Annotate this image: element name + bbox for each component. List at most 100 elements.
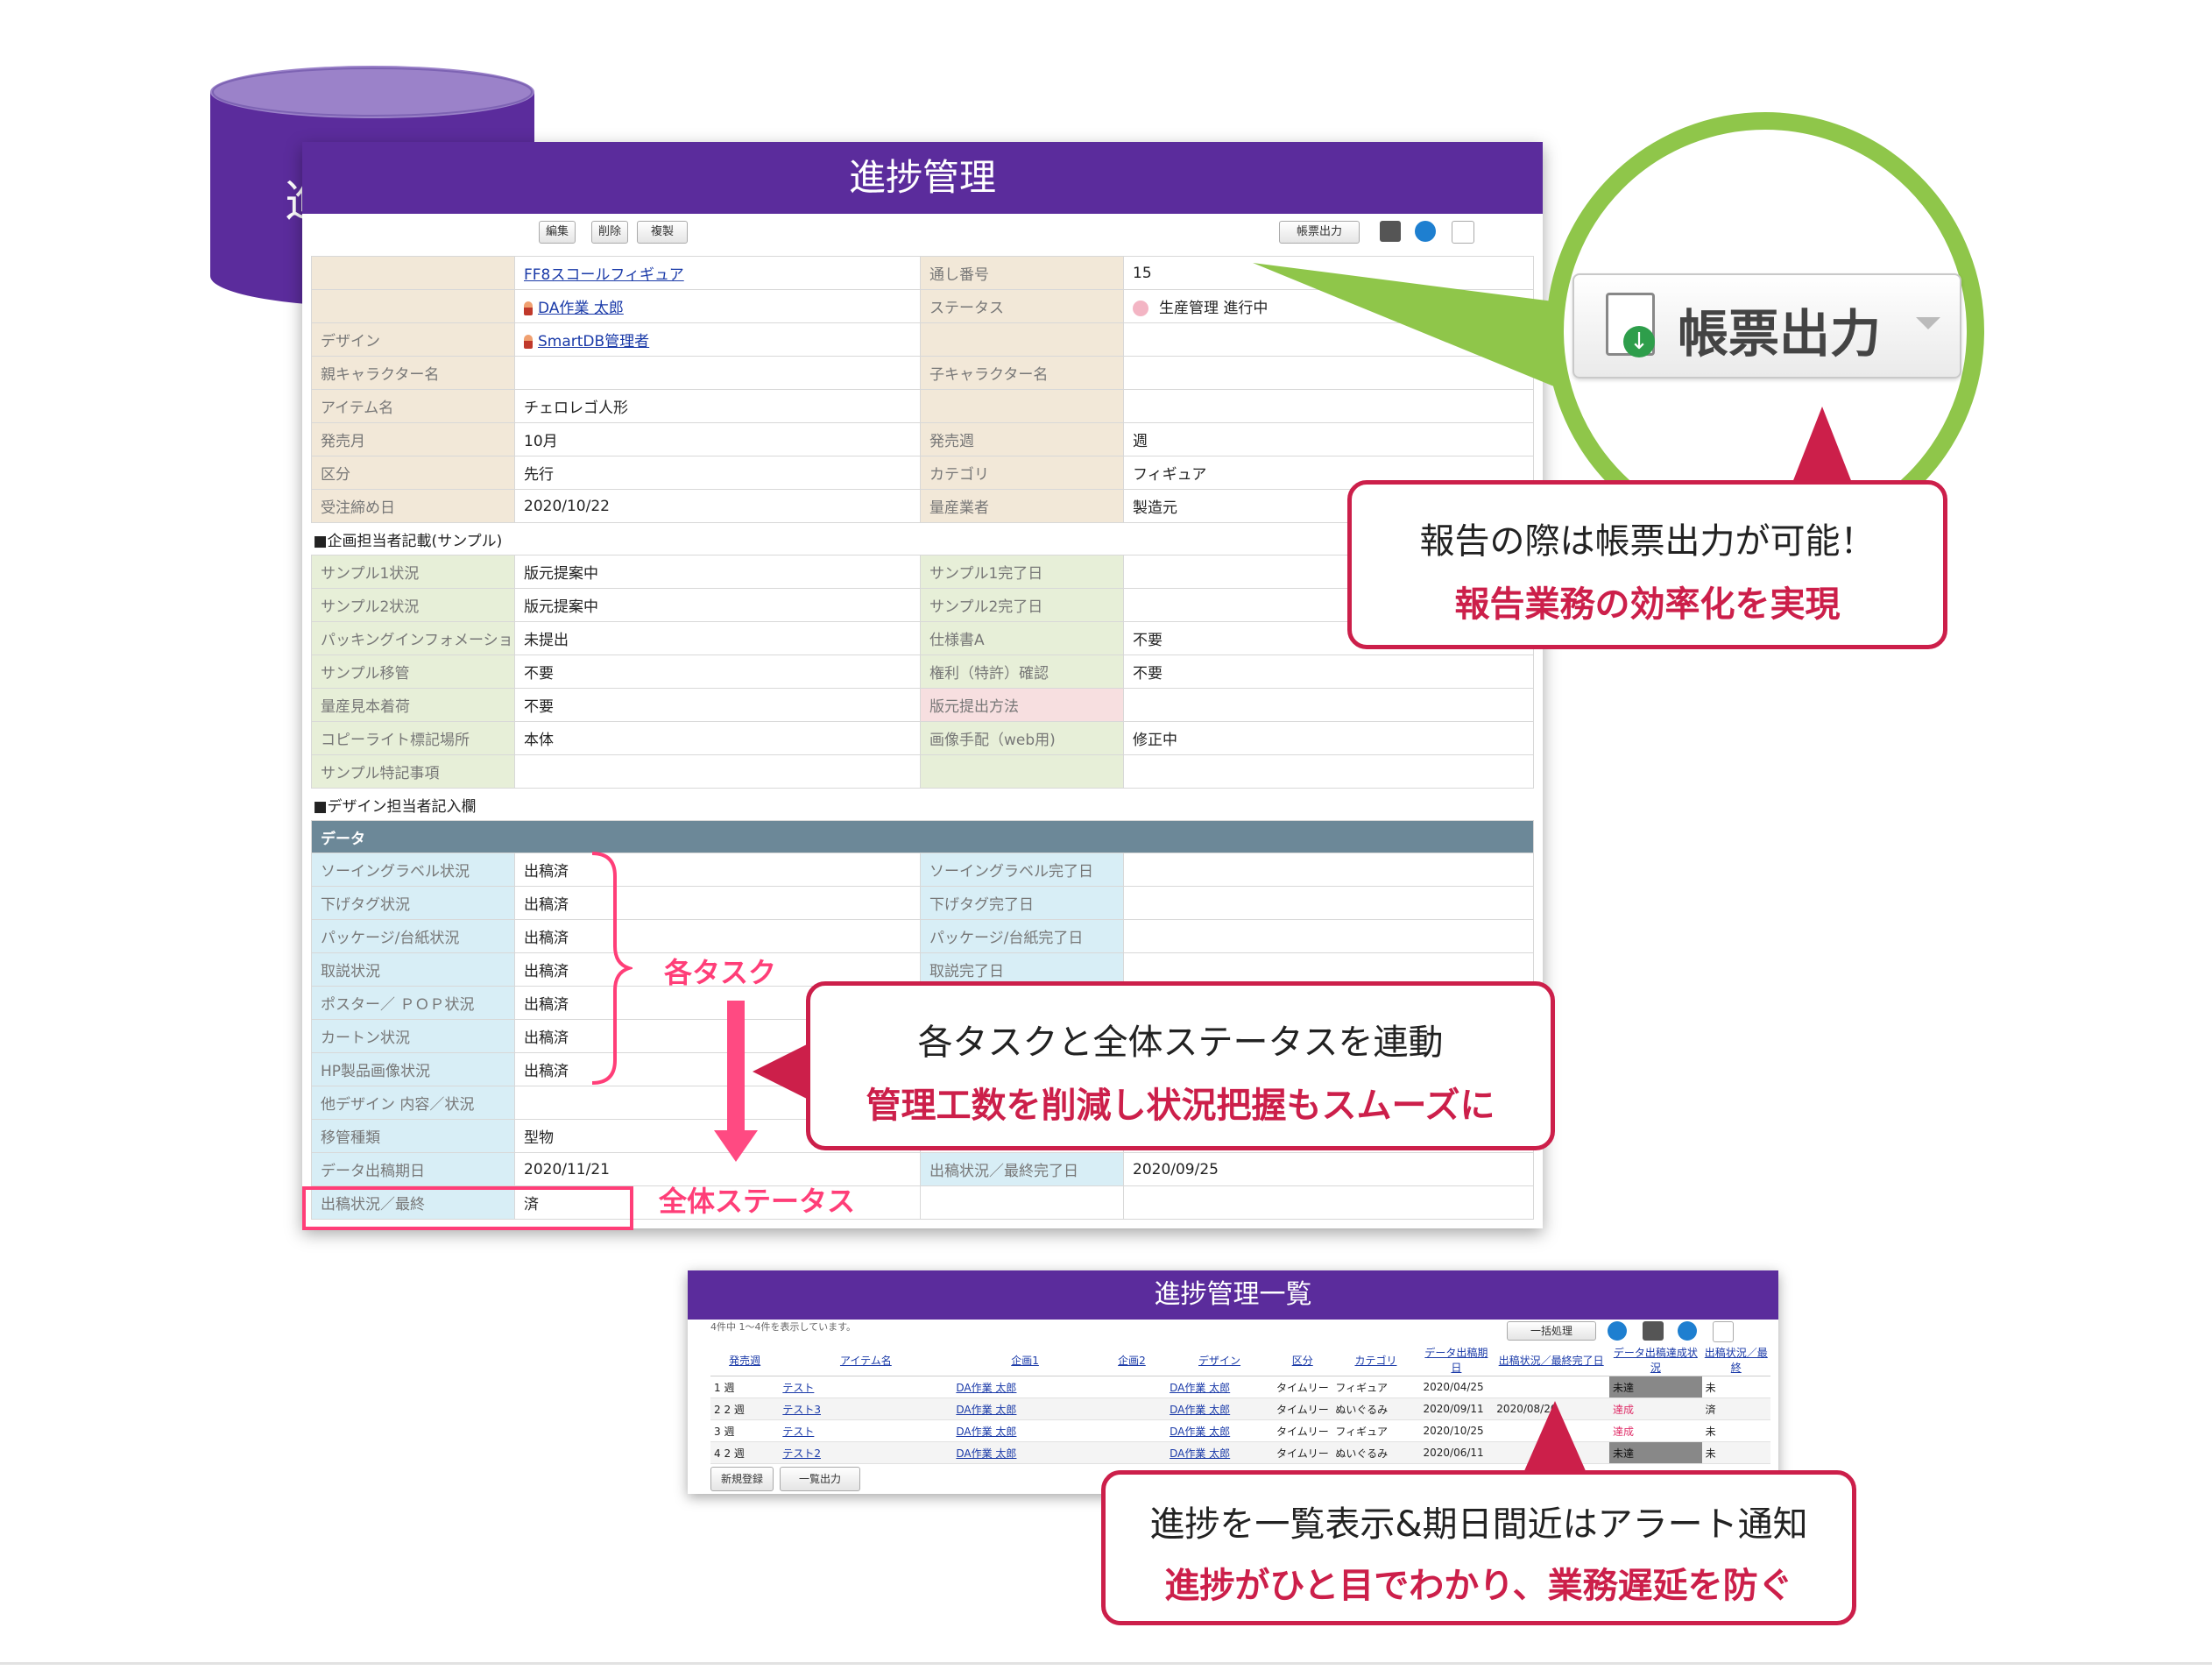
report-output-button-zoomed[interactable]: ↓ 帳票出力: [1572, 273, 1961, 379]
list-export-button[interactable]: 一覧出力: [780, 1467, 860, 1491]
table-cell[interactable]: DA作業 太郎: [952, 1398, 1098, 1420]
field-value: [1123, 688, 1534, 722]
field-value: 2020/10/22: [514, 489, 921, 523]
field-label: カテゴリ: [920, 456, 1124, 490]
table-cell: タイムリー: [1272, 1398, 1332, 1420]
field-value: [1123, 1185, 1534, 1220]
field-label: [920, 1185, 1124, 1220]
new-entry-button[interactable]: 新規登録: [710, 1467, 774, 1491]
field-label: HP製品画像状況: [311, 1052, 515, 1086]
field-value[interactable]: FF8スコールフィギュア: [514, 256, 921, 290]
field-value: 出稿済: [514, 853, 921, 887]
table-cell[interactable]: DA作業 太郎: [952, 1441, 1098, 1464]
chart-icon[interactable]: [1608, 1321, 1627, 1341]
field-value: 不要: [514, 688, 921, 722]
info-icon[interactable]: [1678, 1321, 1697, 1341]
copy-button[interactable]: 複製: [637, 221, 688, 244]
field-label: [920, 754, 1124, 789]
column-header[interactable]: 出稿状況／最終: [1701, 1344, 1770, 1376]
field-value: 10月: [514, 422, 921, 456]
table-cell[interactable]: テスト2: [779, 1441, 953, 1464]
table-cell[interactable]: DA作業 太郎: [952, 1376, 1098, 1398]
field-value: 版元提案中: [514, 555, 921, 589]
down-arrow-icon: [714, 1130, 758, 1162]
field-value: 先行: [514, 456, 921, 490]
form-row: ソーイングラベル状況 出稿済 ソーイングラベル完了日: [311, 853, 1534, 887]
table-cell[interactable]: DA作業 太郎: [952, 1419, 1098, 1442]
table-cell: 2020/04/25: [1419, 1376, 1494, 1398]
download-icon: ↓: [1623, 326, 1655, 357]
table-cell: 2020/10/25: [1419, 1419, 1494, 1442]
report-callout-line2: 報告業務の効率化を実現: [1454, 584, 1841, 625]
table-cell[interactable]: DA作業 太郎: [1166, 1398, 1273, 1420]
field-label: サンプル移管: [311, 655, 515, 689]
column-header[interactable]: データ出稿期日: [1419, 1344, 1494, 1376]
table-cell[interactable]: テスト3: [779, 1398, 953, 1420]
field-label: サンプル特記事項: [311, 754, 515, 789]
field-label: 画像手配（web用): [920, 721, 1124, 755]
field-label: 下げタグ完了日: [920, 886, 1124, 920]
field-label: サンプル2状況: [311, 588, 515, 622]
field-value: [1123, 886, 1534, 920]
field-value: チェロレゴ人形: [514, 389, 921, 423]
field-value: 未提出: [514, 621, 921, 655]
list-callout: 進捗を一覧表示&期日間近はアラート通知 進捗がひと目でわかり、業務遅延を防ぐ: [1101, 1470, 1856, 1625]
field-label: 権利（特許）確認: [920, 655, 1124, 689]
table-cell[interactable]: DA作業 太郎: [1166, 1376, 1273, 1398]
field-label: データ出稿期日: [311, 1152, 515, 1186]
form-row: 量産見本着荷 不要 版元提出方法: [311, 688, 1534, 722]
column-header[interactable]: 出稿状況／最終完了日: [1493, 1344, 1610, 1376]
delete-button[interactable]: 削除: [591, 221, 628, 244]
list-callout-line1: 進捗を一覧表示&期日間近はアラート通知: [1149, 1504, 1808, 1545]
callout-pointer: [1523, 1401, 1587, 1473]
info-icon[interactable]: [1415, 221, 1436, 242]
field-label: パッケージ/台紙状況: [311, 919, 515, 953]
table-cell[interactable]: DA作業 太郎: [1166, 1419, 1273, 1442]
tasks-callout: 各タスクと全体ステータスを連動 管理工数を削減し状況把握もスムーズに: [806, 981, 1555, 1150]
table-cell[interactable]: テスト: [779, 1419, 953, 1442]
field-label: [920, 389, 1124, 423]
column-header[interactable]: 企画2: [1097, 1344, 1167, 1376]
list-callout-line2: 進捗がひと目でわかり、業務遅延を防ぐ: [1164, 1566, 1793, 1606]
table-cell: [1097, 1398, 1167, 1420]
column-header[interactable]: データ出稿達成状況: [1609, 1344, 1702, 1376]
column-header[interactable]: 区分: [1272, 1344, 1332, 1376]
form-row: サンプル移管 不要 権利（特許）確認 不要: [311, 655, 1534, 689]
tasks-brace: [591, 852, 633, 1085]
field-value: 版元提案中: [514, 588, 921, 622]
bulk-action-button[interactable]: 一括処理: [1507, 1321, 1596, 1341]
document-icon[interactable]: [1713, 1321, 1734, 1342]
column-header[interactable]: アイテム名: [779, 1344, 953, 1376]
field-value: [514, 754, 921, 789]
table-cell: フィギュア: [1332, 1376, 1420, 1398]
form-title: 進捗管理: [302, 142, 1543, 214]
table-cell[interactable]: DA作業 太郎: [1166, 1441, 1273, 1464]
table-row[interactable]: 1 週テスト DA作業 太郎 DA作業 太郎 タイムリー フィギュア 2020/04/25…: [710, 1376, 1770, 1398]
table-cell: [1097, 1441, 1167, 1464]
field-value: 出稿済: [514, 886, 921, 920]
table-row[interactable]: 2 2 週テスト3 DA作業 太郎 DA作業 太郎 タイムリー ぬいぐるみ 2020/09…: [710, 1398, 1770, 1420]
table-cell: 達成: [1609, 1419, 1702, 1442]
print-icon[interactable]: [1380, 221, 1401, 242]
field-value: 不要: [514, 655, 921, 689]
field-label: 取説状況: [311, 952, 515, 987]
edit-button[interactable]: 編集: [539, 221, 576, 244]
table-cell: フィギュア: [1332, 1419, 1420, 1442]
column-header[interactable]: カテゴリ: [1332, 1344, 1420, 1376]
column-header[interactable]: 企画1: [952, 1344, 1098, 1376]
column-header[interactable]: デザイン: [1166, 1344, 1273, 1376]
report-output-button[interactable]: 帳票出力: [1279, 221, 1360, 244]
table-cell: 3 週: [710, 1419, 780, 1442]
print-icon[interactable]: [1643, 1321, 1664, 1341]
report-output-label: 帳票出力: [1678, 304, 1882, 364]
document-icon[interactable]: [1452, 221, 1474, 244]
table-row[interactable]: 4 2 週テスト2 DA作業 太郎 DA作業 太郎 タイムリー ぬいぐるみ 2020/06…: [710, 1441, 1770, 1464]
report-callout: 報告の際は帳票出力が可能！ 報告業務の効率化を実現: [1347, 480, 1947, 649]
field-label: ソーイングラベル状況: [311, 853, 515, 887]
field-value[interactable]: SmartDB管理者: [514, 322, 921, 357]
field-label: 他デザイン 内容／状況: [311, 1086, 515, 1120]
table-row[interactable]: 3 週テスト DA作業 太郎 DA作業 太郎 タイムリー フィギュア 2020/10/25…: [710, 1419, 1770, 1442]
field-value[interactable]: DA作業 太郎: [514, 289, 921, 323]
table-cell[interactable]: テスト: [779, 1376, 953, 1398]
column-header[interactable]: 発売週: [710, 1344, 780, 1376]
